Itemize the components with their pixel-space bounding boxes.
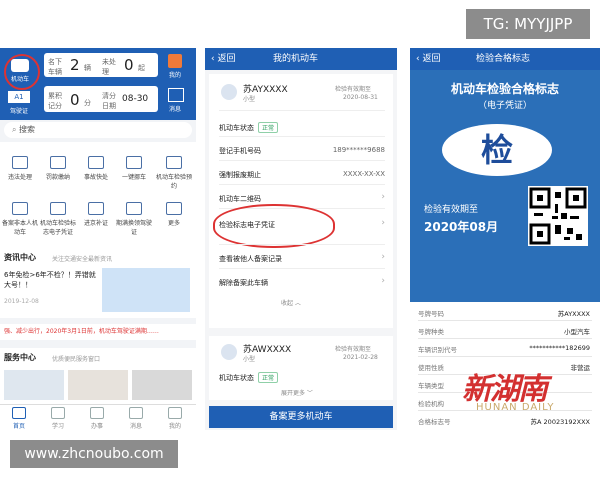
row-phone: 登记手机号码 (219, 147, 261, 155)
tab-mine[interactable]: 我的 (156, 407, 194, 430)
valid-until-date: 2020年08月 (424, 220, 499, 234)
news-section: 资讯中心 关注交通安全最新资讯 6年免检>6年不检？！弄错就大号！！ 2019-… (0, 248, 196, 318)
grid-item-move-car[interactable]: 一键挪车 (116, 156, 152, 181)
vehicle-card-1: 苏AYXXXX 小型 检验有效期至 2020-08-31 机动车状态 正常 登记手… (209, 74, 393, 328)
chevron-right-icon: › (381, 252, 385, 262)
qr-code-icon (528, 186, 588, 246)
service-title: 服务中心 (4, 353, 36, 362)
home-header: 机动车 名下车辆 2 辆 未处理 0 起 我的 A1 驾驶证 累积记分 0 分 … (0, 48, 196, 120)
certificate-icon (50, 202, 66, 215)
service-section: 服务中心 优质便民服务窗口 (0, 348, 196, 404)
grid-item-beijing-permit[interactable]: 进京补证 (78, 202, 114, 227)
plate-value: 苏AYXXXX (557, 310, 590, 318)
highlight-oval (213, 204, 335, 248)
tab-home[interactable]: 首页 (0, 407, 38, 430)
back-button[interactable]: ‹ 返回 (416, 54, 440, 64)
grid-item-register-other-car[interactable]: 备案非本人机动车 (2, 202, 38, 236)
page-title: 我的机动车 (273, 54, 319, 64)
grid-item-more[interactable]: 更多 (156, 202, 192, 227)
grid-item-fine[interactable]: 罚款缴纳 (40, 156, 76, 181)
register-icon (12, 202, 28, 215)
study-icon (51, 407, 65, 419)
car-icon (221, 84, 237, 100)
profile-label: 机动车 (10, 76, 29, 83)
vehicle-count: 2 (70, 56, 80, 74)
news-thumbnail[interactable] (102, 268, 190, 312)
license-icon (126, 202, 142, 215)
phone-inspection-certificate: ‹ 返回 检验合格标志 机动车检验合格标志 （电子凭证） 检 检验有效期至 20… (410, 48, 600, 430)
violation-icon (12, 156, 28, 169)
message-icon (129, 407, 143, 419)
news-headline[interactable]: 6年免检>6年不检？！弄错就大号！！ (4, 270, 96, 290)
chevron-right-icon: › (381, 192, 385, 202)
search-icon: ⌕ (12, 125, 17, 134)
mine-icon[interactable] (168, 54, 182, 68)
page-title: 检验合格标志 (476, 54, 531, 64)
bottom-tab-bar: 首页 学习 办事 消息 我的 (0, 404, 196, 430)
notice-bar[interactable]: 强、减少出行，2020年3月1日前，机动车驾驶证满期…… (0, 324, 196, 340)
permit-icon (88, 202, 104, 215)
bottom-watermark: www.zhcnoubo.com (10, 440, 178, 468)
car-icon (221, 344, 237, 360)
collapse-button[interactable]: 收起 ︿ (281, 298, 301, 307)
inspection-icon (166, 156, 182, 169)
row-registration-records[interactable]: 查看被他人备案记录 (219, 254, 282, 264)
chevron-right-icon: › (381, 276, 385, 286)
tab-service[interactable]: 办事 (78, 407, 116, 430)
register-more-vehicles-button[interactable]: 备案更多机动车 (209, 406, 393, 428)
row-unregister[interactable]: 解除备案此车辆 (219, 278, 268, 288)
move-car-icon (126, 156, 142, 169)
search-input[interactable]: ⌕ 搜索 (4, 122, 192, 138)
status-badge: 正常 (258, 372, 279, 383)
grid-item-renew-license[interactable]: 期满换领驾驶证 (116, 202, 152, 236)
chevron-right-icon: › (381, 218, 385, 228)
back-button[interactable]: ‹ 返回 (211, 54, 235, 64)
row-qr-code[interactable]: 机动车二维码 (219, 194, 261, 204)
points-value: 0 (70, 91, 80, 109)
vehicle-card-2: 苏AWXXXX 小型 检验有效期至 2021-02-28 机动车状态 正常 展开更… (209, 336, 393, 400)
more-icon (166, 202, 182, 215)
certificate-title: 机动车检验合格标志 (450, 82, 559, 96)
row-status: 机动车状态 正常 (219, 372, 279, 383)
expand-button[interactable]: 展开更多 ﹀ (281, 388, 313, 397)
service-icon (90, 407, 104, 419)
newspaper-logo-sub: HUNAN DAILY (476, 402, 555, 413)
certificate-details: 号牌号码 苏AYXXXX 号牌种类 小型汽车 车辆识别代号 **********… (418, 310, 592, 426)
tab-messages[interactable]: 消息 (117, 407, 155, 430)
grid-item-violation[interactable]: 违法处理 (2, 156, 38, 181)
grid-item-accident[interactable]: 事故快处 (78, 156, 114, 181)
grid-item-e-certificate[interactable]: 机动车检验标志电子凭证 (40, 202, 76, 236)
accident-icon (88, 156, 104, 169)
phone-home-screen: 机动车 名下车辆 2 辆 未处理 0 起 我的 A1 驾驶证 累积记分 0 分 … (0, 48, 196, 430)
home-icon (12, 407, 26, 419)
status-badge: 正常 (258, 122, 279, 133)
service-image[interactable] (4, 370, 64, 400)
nav-bar: ‹ 返回 检验合格标志 (410, 48, 600, 70)
tab-study[interactable]: 学习 (39, 407, 77, 430)
service-image[interactable] (68, 370, 128, 400)
top-tag: TG: MYYJJPP (466, 9, 590, 39)
service-image[interactable] (132, 370, 192, 400)
news-title: 资讯中心 (4, 253, 36, 262)
message-icon[interactable] (168, 88, 184, 102)
row-scrap-date: 强制报废期止 (219, 171, 261, 179)
vehicle-label: 名下车辆 (48, 58, 62, 76)
unprocessed-count: 0 (124, 56, 134, 74)
inspection-emblem: 检 (442, 124, 552, 176)
license-class-badge: A1 (8, 91, 30, 103)
points-card[interactable]: 累积记分 0 分 清分日期 08-30 (44, 86, 158, 112)
grid-item-inspection-booking[interactable]: 机动车检验预约 (156, 156, 192, 190)
fine-icon (50, 156, 66, 169)
vehicle-card[interactable]: 名下车辆 2 辆 未处理 0 起 (44, 53, 158, 77)
user-icon (168, 407, 182, 419)
car-profile-icon[interactable] (11, 59, 29, 72)
unprocessed-label: 未处理 (102, 58, 116, 76)
cycle-date: 08-30 (122, 94, 149, 104)
nav-bar: ‹ 返回 我的机动车 (205, 48, 397, 70)
certificate-card: 机动车检验合格标志 （电子凭证） 检 检验有效期至 2020年08月 (410, 70, 600, 302)
phone-my-vehicles: ‹ 返回 我的机动车 苏AYXXXX 小型 检验有效期至 2020-08-31 … (205, 48, 397, 430)
row-status: 机动车状态 正常 (219, 122, 279, 133)
